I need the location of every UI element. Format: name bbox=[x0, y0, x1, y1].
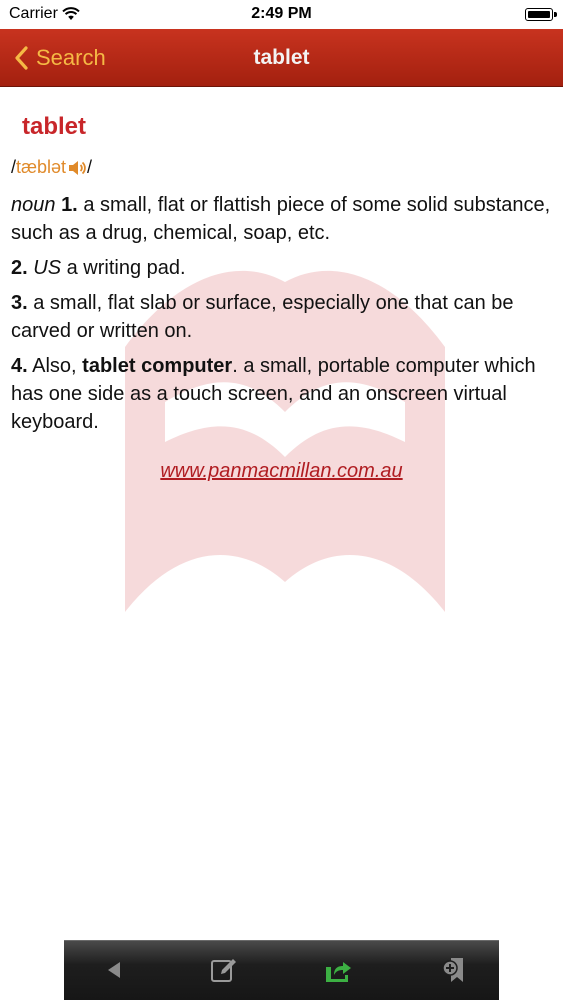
definition-4: 4. Also, tablet computer. a small, porta… bbox=[11, 352, 556, 436]
pronunciation-ipa: tæblət bbox=[16, 157, 67, 177]
usage-label: US bbox=[33, 257, 62, 279]
navigation-bar: Search tablet bbox=[0, 29, 563, 87]
entry-headword: tablet bbox=[22, 113, 87, 140]
share-arrow-icon[interactable] bbox=[323, 955, 353, 985]
pronunciation: / tæblət / bbox=[11, 157, 92, 178]
part-of-speech: noun bbox=[11, 194, 56, 216]
definition-text: a small, flat or flattish piece of some … bbox=[11, 194, 551, 244]
definition-prefix: Also, bbox=[32, 355, 77, 377]
definition-1: noun 1. a small, flat or flattish piece … bbox=[11, 191, 556, 247]
variant-term: tablet computer bbox=[82, 355, 233, 377]
sense-number: 2. bbox=[11, 257, 28, 279]
sense-number: 1. bbox=[61, 194, 78, 216]
bottom-toolbar bbox=[64, 940, 499, 1000]
speaker-icon[interactable] bbox=[67, 158, 87, 178]
definition-text: a writing pad. bbox=[66, 257, 186, 279]
battery-icon bbox=[525, 8, 557, 21]
entry-content: tablet / tæblət / noun 1. a small, flat … bbox=[0, 87, 563, 940]
bookmark-add-icon[interactable] bbox=[438, 955, 468, 985]
status-time: 2:49 PM bbox=[251, 5, 312, 22]
publisher-link[interactable]: www.panmacmillan.com.au bbox=[0, 460, 563, 483]
definition-list: noun 1. a small, flat or flattish piece … bbox=[11, 191, 556, 443]
sense-number: 4. bbox=[11, 355, 28, 377]
definition-text: a small, flat slab or surface, especiall… bbox=[11, 292, 514, 342]
definition-3: 3. a small, flat slab or surface, especi… bbox=[11, 289, 556, 345]
sense-number: 3. bbox=[11, 292, 28, 314]
status-bar: Carrier 2:49 PM bbox=[0, 0, 563, 29]
page-title: tablet bbox=[253, 46, 310, 69]
pronunciation-close-slash: / bbox=[87, 157, 93, 177]
edit-note-icon[interactable] bbox=[209, 955, 239, 985]
definition-2: 2. US a writing pad. bbox=[11, 254, 556, 282]
triangle-left-icon[interactable] bbox=[100, 955, 130, 985]
